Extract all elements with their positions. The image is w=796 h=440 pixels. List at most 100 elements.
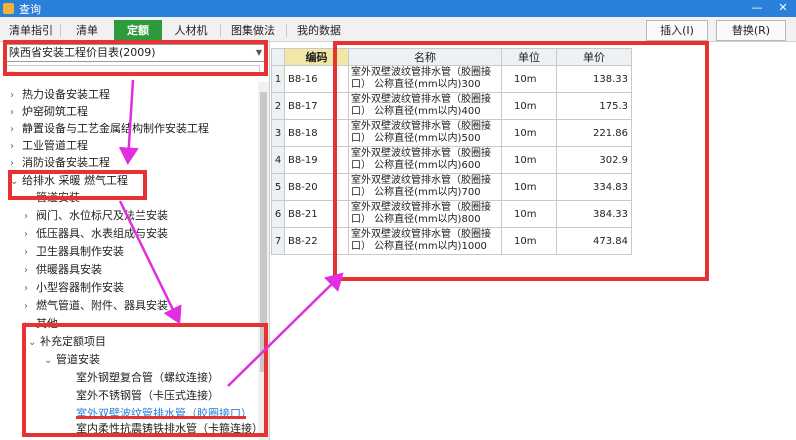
cell-name[interactable]: 室外双壁波纹管排水管（胶圈接口） 公称直径(mm以内)700 [348, 173, 502, 201]
column-header-unit[interactable]: 单位 [501, 48, 557, 66]
chevron-right-icon[interactable]: › [10, 104, 22, 121]
tree-item-plumbing-heating-gas[interactable]: ⌄ 给排水 采暖 燃气工程 [10, 172, 128, 189]
tab-quota[interactable]: 定额 [114, 20, 162, 42]
cell-name[interactable]: 室外双壁波纹管排水管（胶圈接口） 公称直径(mm以内)400 [348, 92, 502, 120]
tree-item[interactable]: › 炉窑砌筑工程 [10, 103, 88, 120]
column-header-name[interactable]: 名称 [348, 48, 502, 66]
tree-item[interactable]: › 其他 [24, 315, 58, 332]
tab-labor-material-machine[interactable]: 人材机 [164, 20, 218, 42]
tab-atlas-method[interactable]: 图集做法 [222, 20, 284, 42]
chevron-down-icon[interactable]: ⌄ [10, 173, 22, 190]
tree-leaf[interactable]: 室外钢塑复合管（螺纹连接） [76, 369, 219, 386]
cell-unit[interactable]: 10m [501, 65, 557, 93]
close-button[interactable]: ✕ [772, 0, 794, 17]
chevron-right-icon[interactable]: › [24, 190, 36, 207]
tree-item[interactable]: › 卫生器具制作安装 [24, 243, 124, 260]
cell-name[interactable]: 室外双壁波纹管排水管（胶圈接口） 公称直径(mm以内)1000 [348, 227, 502, 255]
tree-item-label: 消防设备安装工程 [22, 156, 110, 169]
chevron-right-icon[interactable]: › [10, 87, 22, 104]
chevron-right-icon[interactable]: › [10, 155, 22, 172]
cell-unit[interactable]: 10m [501, 92, 557, 120]
tree-leaf[interactable]: 室内柔性抗震铸铁排水管（卡箍连接） [76, 423, 263, 435]
minimize-button[interactable]: — [746, 0, 768, 17]
cell-price[interactable]: 334.83 [556, 173, 632, 201]
tree-item[interactable]: › 供暖器具安装 [24, 261, 102, 278]
tab-bill[interactable]: 清单 [62, 20, 112, 42]
tree-scrollbar[interactable] [258, 82, 269, 440]
tree-item-supplementary-quota[interactable]: ⌄ 补充定额项目 [28, 333, 106, 350]
cell-price[interactable]: 302.9 [556, 146, 632, 174]
cell-code[interactable]: B8-17 [284, 92, 349, 120]
cell-price[interactable]: 473.84 [556, 227, 632, 255]
cell-unit[interactable]: 10m [501, 173, 557, 201]
column-header-code[interactable]: 编码 [284, 48, 349, 66]
chevron-right-icon[interactable]: › [24, 262, 36, 279]
tree-item[interactable]: › 小型容器制作安装 [24, 279, 124, 296]
table-row[interactable]: 3 B8-18 室外双壁波纹管排水管（胶圈接口） 公称直径(mm以内)500 1… [271, 119, 632, 147]
cell-code[interactable]: B8-16 [284, 65, 349, 93]
chevron-right-icon[interactable]: › [24, 208, 36, 225]
table-row[interactable]: 2 B8-17 室外双壁波纹管排水管（胶圈接口） 公称直径(mm以内)400 1… [271, 92, 632, 120]
table-row[interactable]: 4 B8-19 室外双壁波纹管排水管（胶圈接口） 公称直径(mm以内)600 1… [271, 146, 632, 174]
cell-price[interactable]: 138.33 [556, 65, 632, 93]
chevron-down-icon[interactable]: ▼ [256, 45, 262, 61]
tree-item[interactable]: › 静置设备与工艺金属结构制作安装工程 [10, 120, 209, 137]
tab-separator [220, 24, 221, 37]
chevron-right-icon[interactable]: › [24, 244, 36, 261]
tree-item[interactable]: › 消防设备安装工程 [10, 154, 110, 171]
cell-code[interactable]: B8-21 [284, 200, 349, 228]
cell-unit[interactable]: 10m [501, 200, 557, 228]
tree-item[interactable]: › 热力设备安装工程 [10, 86, 110, 103]
chevron-right-icon[interactable]: › [10, 121, 22, 138]
scrollbar-thumb[interactable] [260, 92, 267, 372]
chevron-right-icon[interactable]: › [24, 280, 36, 297]
cell-code[interactable]: B8-20 [284, 173, 349, 201]
library-select[interactable]: 陕西省安装工程价目表(2009) ▼ [6, 44, 266, 62]
cell-price[interactable]: 175.3 [556, 92, 632, 120]
tree-search-input[interactable]: … [6, 65, 260, 76]
chevron-down-icon[interactable]: ⌄ [28, 334, 40, 351]
table-row[interactable]: 6 B8-21 室外双壁波纹管排水管（胶圈接口） 公称直径(mm以内)800 1… [271, 200, 632, 228]
cell-code[interactable]: B8-19 [284, 146, 349, 174]
cell-price[interactable]: 221.86 [556, 119, 632, 147]
tree-item[interactable]: › 阀门、水位标尺及法兰安装 [24, 207, 168, 224]
tree-item-label: 热力设备安装工程 [22, 88, 110, 101]
tree-item-label: 阀门、水位标尺及法兰安装 [36, 209, 168, 222]
table-row[interactable]: 5 B8-20 室外双壁波纹管排水管（胶圈接口） 公称直径(mm以内)700 1… [271, 173, 632, 201]
chevron-right-icon[interactable]: › [24, 316, 36, 333]
table-row[interactable]: 7 B8-22 室外双壁波纹管排水管（胶圈接口） 公称直径(mm以内)1000 … [271, 227, 632, 255]
chevron-right-icon[interactable]: › [10, 138, 22, 155]
cell-name[interactable]: 室外双壁波纹管排水管（胶圈接口） 公称直径(mm以内)300 [348, 65, 502, 93]
tree-leaf-selected[interactable]: 室外双壁波纹管排水管（胶圈接口） [76, 405, 252, 422]
insert-button[interactable]: 插入(I) [646, 20, 708, 41]
cell-code[interactable]: B8-18 [284, 119, 349, 147]
column-header-price[interactable]: 单价 [556, 48, 632, 66]
cell-code[interactable]: B8-22 [284, 227, 349, 255]
tree-item-label: 卫生器具制作安装 [36, 245, 124, 258]
tree-item[interactable]: › 低压器具、水表组成与安装 [24, 225, 168, 242]
cell-unit[interactable]: 10m [501, 119, 557, 147]
table-row[interactable]: 1 B8-16 室外双壁波纹管排水管（胶圈接口） 公称直径(mm以内)300 1… [271, 65, 632, 93]
tree-item[interactable]: › 工业管道工程 [10, 137, 88, 154]
tree-item[interactable]: › 管道安装 [24, 189, 80, 206]
cell-name[interactable]: 室外双壁波纹管排水管（胶圈接口） 公称直径(mm以内)600 [348, 146, 502, 174]
tab-my-data[interactable]: 我的数据 [288, 20, 350, 42]
replace-button[interactable]: 替换(R) [716, 20, 786, 41]
cell-unit[interactable]: 10m [501, 146, 557, 174]
cell-unit[interactable]: 10m [501, 227, 557, 255]
tree-item[interactable]: › 燃气管道、附件、器具安装 [24, 297, 168, 314]
tab-bill-guide[interactable]: 清单指引 [4, 20, 58, 42]
cell-name[interactable]: 室外双壁波纹管排水管（胶圈接口） 公称直径(mm以内)500 [348, 119, 502, 147]
window-title: 查询 [19, 2, 41, 16]
tree-leaf[interactable]: 室外不锈钢管（卡压式连接） [76, 387, 219, 404]
annotation-underline [76, 416, 246, 419]
app-icon [3, 3, 14, 14]
cell-name[interactable]: 室外双壁波纹管排水管（胶圈接口） 公称直径(mm以内)800 [348, 200, 502, 228]
title-bar: 查询 — ✕ [0, 0, 796, 17]
cell-price[interactable]: 384.33 [556, 200, 632, 228]
chevron-right-icon[interactable]: › [24, 226, 36, 243]
chevron-down-icon[interactable]: ⌄ [44, 352, 56, 369]
chevron-right-icon[interactable]: › [24, 298, 36, 315]
row-index: 6 [271, 200, 285, 228]
tree-item-pipe-installation[interactable]: ⌄ 管道安装 [44, 351, 100, 368]
